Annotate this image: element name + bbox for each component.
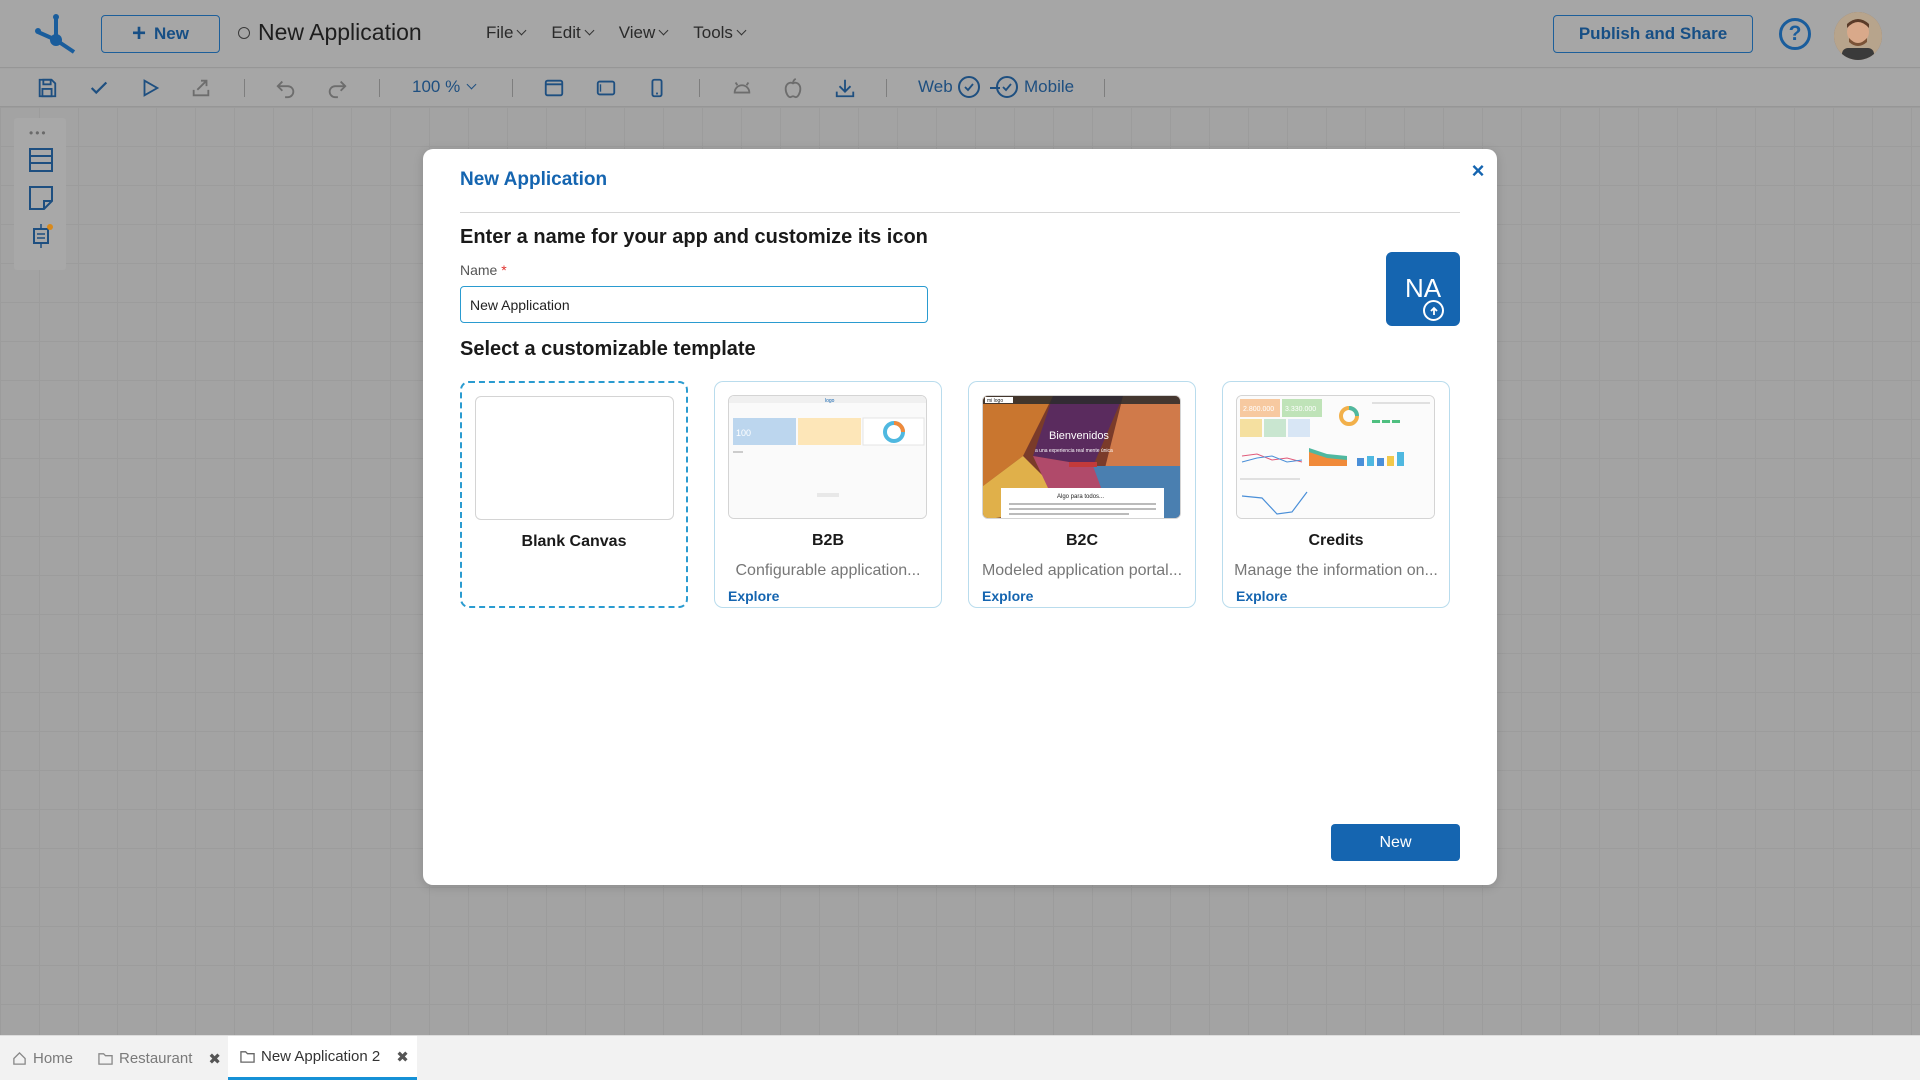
toolbar-divider <box>512 79 513 97</box>
tab-home[interactable]: Home <box>12 1036 73 1080</box>
tab-restaurant[interactable]: Restaurant ✖ <box>98 1036 221 1080</box>
chevron-down-icon <box>658 25 669 36</box>
web-check-icon[interactable] <box>958 76 980 98</box>
new-button-label: New <box>154 24 189 43</box>
plus-icon: + <box>132 20 147 47</box>
folder-icon <box>240 1051 255 1063</box>
b2b-thumb-logo: logo <box>825 398 835 404</box>
mobile-view-icon[interactable] <box>644 75 670 101</box>
toolbar: 100 % Web Mobile <box>0 69 1920 107</box>
close-tab-icon[interactable]: ✖ <box>208 1050 221 1068</box>
b2c-thumb-tagline: a una experiencia real mente única <box>1035 448 1113 454</box>
download-icon[interactable] <box>832 75 858 101</box>
save-icon[interactable] <box>34 75 60 101</box>
template-thumbnail: mi logo Bienvenidos a una experiencia re… <box>982 395 1181 519</box>
layout-icon[interactable] <box>27 146 55 174</box>
upload-icon[interactable] <box>1423 300 1444 321</box>
b2b-thumb-metric: 100 <box>736 428 751 438</box>
dialog-title: New Application <box>460 169 608 190</box>
publish-and-share-button[interactable]: Publish and Share <box>1553 15 1753 53</box>
b2c-thumb-logo: mi logo <box>987 398 1003 404</box>
b2c-thumb-panel-title: Algo para todos... <box>1057 494 1104 500</box>
new-application-dialog: New Application × Enter a name for your … <box>423 149 1497 885</box>
menu-file[interactable]: File <box>486 23 527 43</box>
explore-link[interactable]: Explore <box>1236 588 1287 604</box>
chevron-down-icon <box>584 25 595 36</box>
desktop-view-icon[interactable] <box>541 75 567 101</box>
play-icon[interactable] <box>137 75 163 101</box>
name-field[interactable] <box>460 286 928 323</box>
b2c-thumb-headline: Bienvenidos <box>1049 430 1109 442</box>
top-bar: + New New Application File Edit View Too… <box>0 0 1920 68</box>
template-card-b2b[interactable]: logo 100 B2B Configurable application...… <box>714 381 942 608</box>
template-name: Credits <box>1308 532 1364 549</box>
template-name: B2C <box>1065 532 1098 549</box>
template-card-blank-canvas[interactable]: Blank Canvas <box>460 381 688 608</box>
template-description: Modeled application portal... <box>981 562 1183 579</box>
menu-view[interactable]: View <box>619 23 669 43</box>
close-tab-icon[interactable]: ✖ <box>396 1048 409 1066</box>
toolbar-divider <box>699 79 700 97</box>
template-section-heading: Select a customizable template <box>460 338 756 360</box>
web-label[interactable]: Web <box>918 77 953 97</box>
undo-icon[interactable] <box>273 75 299 101</box>
app-logo-icon[interactable] <box>34 12 78 54</box>
required-marker: * <box>501 262 507 278</box>
app-icon-initials: NA <box>1404 272 1442 303</box>
template-name: Blank Canvas <box>521 533 627 550</box>
check-icon[interactable] <box>86 75 112 101</box>
explore-link[interactable]: Explore <box>728 588 779 604</box>
redo-icon[interactable] <box>324 75 350 101</box>
name-label: Name * <box>460 262 507 278</box>
folder-icon <box>98 1053 113 1065</box>
menu-tools[interactable]: Tools <box>693 23 747 43</box>
note-icon[interactable] <box>27 184 55 212</box>
toolbar-divider <box>244 79 245 97</box>
component-icon[interactable] <box>27 222 55 250</box>
close-icon[interactable]: × <box>1468 158 1488 183</box>
status-circle-icon <box>238 26 250 39</box>
zoom-select[interactable]: 100 % <box>412 77 477 97</box>
toolbar-divider <box>1104 79 1105 97</box>
chevron-down-icon <box>516 25 527 36</box>
chevron-down-icon <box>466 79 477 90</box>
drag-handle-icon[interactable]: ••• <box>29 126 48 140</box>
credits-thumb-kpi-1: 2.800.000 <box>1243 406 1274 413</box>
template-card-credits[interactable]: 2.800.000 3.330.000 Credits Manage the i… <box>1222 381 1450 608</box>
chevron-down-icon <box>736 25 747 36</box>
tab-new-application-2[interactable]: New Application 2 ✖ <box>228 1036 417 1080</box>
template-thumbnail: logo 100 <box>728 395 927 519</box>
app-title-group: New Application <box>238 19 422 46</box>
template-thumbnail <box>475 396 674 520</box>
toolbar-divider <box>379 79 380 97</box>
tablet-view-icon[interactable] <box>593 75 619 101</box>
name-section-heading: Enter a name for your app and customize … <box>460 226 928 248</box>
mobile-check-icon[interactable] <box>996 76 1018 98</box>
export-icon[interactable] <box>188 75 214 101</box>
main-menu: File Edit View Tools <box>486 23 747 43</box>
explore-link[interactable]: Explore <box>982 588 1033 604</box>
template-card-b2c[interactable]: mi logo Bienvenidos a una experiencia re… <box>968 381 1196 608</box>
mobile-label[interactable]: Mobile <box>1024 77 1074 97</box>
zoom-value: 100 % <box>412 77 461 96</box>
template-description: Manage the information on... <box>1234 562 1438 579</box>
template-name: B2B <box>811 532 844 549</box>
android-icon[interactable] <box>729 75 755 101</box>
component-palette: ••• <box>14 118 66 270</box>
apple-icon[interactable] <box>780 75 806 101</box>
menu-edit[interactable]: Edit <box>551 23 595 43</box>
avatar[interactable] <box>1834 12 1882 60</box>
credits-thumb-kpi-2: 3.330.000 <box>1285 406 1316 413</box>
dialog-divider <box>460 212 1460 213</box>
create-new-button[interactable]: New <box>1331 824 1460 861</box>
template-thumbnail: 2.800.000 3.330.000 <box>1236 395 1435 519</box>
template-description: Configurable application... <box>735 562 921 579</box>
toolbar-divider <box>886 79 887 97</box>
home-icon <box>13 1051 26 1065</box>
help-icon[interactable]: ? <box>1779 18 1811 50</box>
new-button[interactable]: + New <box>101 15 220 53</box>
document-tab-bar: Home Restaurant ✖ New Application 2 ✖ <box>0 1035 1920 1080</box>
app-title: New Application <box>258 19 422 45</box>
